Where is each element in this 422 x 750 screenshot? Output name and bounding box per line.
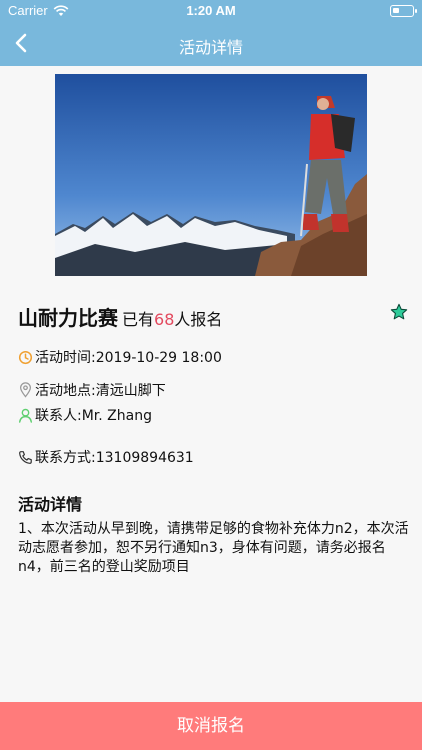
contact-phone-row[interactable]: 联系方式:13109894631	[18, 448, 194, 468]
clock-icon	[18, 350, 33, 364]
contact-phone: 联系方式:13109894631	[35, 450, 194, 466]
activity-location-row: 活动地点:清远山脚下	[18, 381, 166, 401]
nav-bar: 活动详情	[0, 22, 422, 66]
activity-title: 山耐力比赛	[18, 306, 118, 330]
signup-count: 68	[154, 310, 175, 329]
app-header: Carrier 1:20 AM 活动详情	[0, 0, 422, 66]
details-heading: 活动详情	[18, 495, 83, 514]
phone-icon	[19, 450, 32, 464]
signup-info: 已有68人报名	[122, 310, 222, 329]
activity-time-row: 活动时间:2019-10-29 18:00	[18, 348, 222, 368]
favorite-star-icon[interactable]	[390, 303, 408, 321]
status-bar: Carrier 1:20 AM	[0, 0, 422, 22]
cancel-signup-button[interactable]: 取消报名	[0, 702, 422, 750]
signup-prefix: 已有	[122, 310, 155, 329]
activity-time: 活动时间:2019-10-29 18:00	[35, 350, 222, 366]
contact-person: 联系人:Mr. Zhang	[35, 408, 152, 424]
location-pin-icon	[19, 382, 32, 398]
contact-person-row: 联系人:Mr. Zhang	[18, 406, 152, 426]
status-time: 1:20 AM	[186, 3, 236, 18]
person-icon	[18, 408, 33, 423]
activity-location: 活动地点:清远山脚下	[35, 383, 166, 399]
battery-icon	[390, 5, 417, 17]
activity-hero-image	[55, 74, 367, 276]
activity-title-row: 山耐力比赛 已有68人报名	[18, 302, 408, 330]
signup-suffix: 人报名	[174, 310, 223, 329]
details-text: 1、本次活动从早到晚，请携带足够的食物补充体力n2，本次活动志愿者参加，恕不另行…	[18, 521, 409, 575]
page-title: 活动详情	[178, 38, 243, 57]
